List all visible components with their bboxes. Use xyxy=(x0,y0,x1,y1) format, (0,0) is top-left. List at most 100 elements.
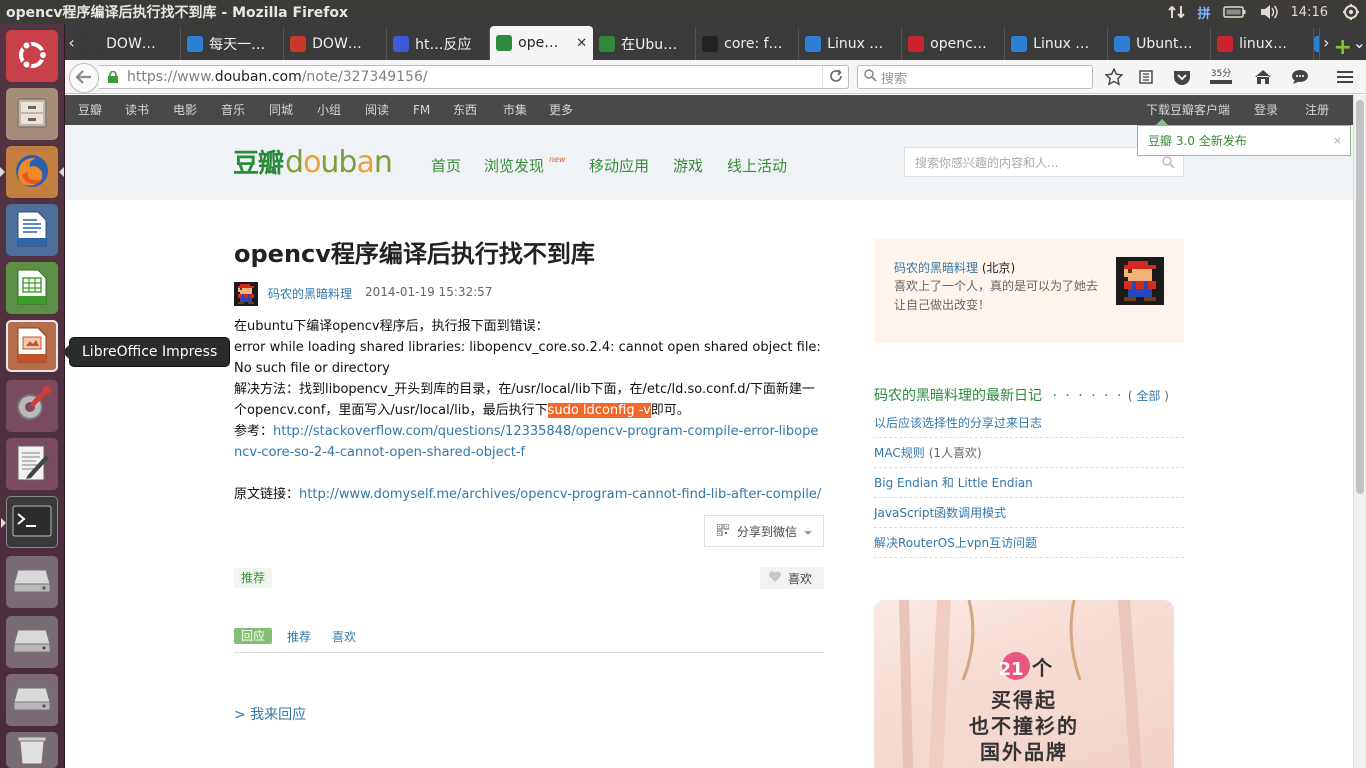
main-nav-mobile[interactable]: 移动应用 xyxy=(589,155,649,176)
page-scrollbar[interactable] xyxy=(1353,95,1366,768)
author-name-link[interactable]: 码农的黑暗料理 xyxy=(268,285,352,302)
latest-note-link[interactable]: 以后应该选择性的分享过来日志 xyxy=(874,416,1042,430)
new-tab-button[interactable]: + xyxy=(1333,35,1353,60)
global-nav-market[interactable]: 市集 xyxy=(503,95,527,125)
lock-icon[interactable] xyxy=(107,70,119,83)
network-updown-icon[interactable] xyxy=(1162,0,1192,24)
search-bar[interactable]: 搜索 xyxy=(857,65,1093,89)
chat-bubble-icon[interactable] xyxy=(1291,68,1309,86)
global-nav-music[interactable]: 音乐 xyxy=(221,95,245,125)
source-link[interactable]: http://www.domyself.me/archives/opencv-p… xyxy=(299,487,821,502)
launcher-drive-3[interactable] xyxy=(6,674,58,726)
main-nav-home[interactable]: 首页 xyxy=(431,155,461,176)
add-reply-link[interactable]: > 我来回应 xyxy=(234,704,306,724)
volume-icon[interactable] xyxy=(1253,0,1285,24)
tab-partial[interactable] xyxy=(1314,28,1320,60)
login-link[interactable]: 登录 xyxy=(1254,95,1278,125)
list-item[interactable]: 解决RouterOS上vpn互访问题 xyxy=(874,528,1184,558)
power-gear-icon[interactable] xyxy=(1336,0,1366,24)
launcher-terminal[interactable] xyxy=(1,496,58,548)
launcher-files[interactable] xyxy=(6,88,58,140)
input-method-indicator[interactable]: 拼 xyxy=(1192,0,1217,24)
tab-11[interactable]: linux… xyxy=(1211,28,1315,60)
main-nav-games[interactable]: 游戏 xyxy=(673,155,703,176)
list-item[interactable]: JavaScript函数调用模式 xyxy=(874,498,1184,528)
avatar[interactable] xyxy=(1116,257,1164,305)
reading-list-icon[interactable] xyxy=(1137,68,1155,86)
global-nav-douban[interactable]: 豆瓣 xyxy=(78,95,102,125)
tab-10[interactable]: Ubunt… xyxy=(1108,28,1212,60)
global-nav-things[interactable]: 东西 xyxy=(453,95,477,125)
battery-icon[interactable] xyxy=(1217,0,1253,24)
global-nav-location[interactable]: 同城 xyxy=(269,95,293,125)
recommend-tag[interactable]: 推荐 xyxy=(234,568,273,588)
latest-note-link[interactable]: Big Endian 和 Little Endian xyxy=(874,476,1033,490)
latest-note-link[interactable]: JavaScript函数调用模式 xyxy=(874,506,1006,520)
launcher-trash[interactable] xyxy=(6,732,58,768)
tab-list-button[interactable]: ⌄ xyxy=(1353,24,1366,60)
release-notice[interactable]: 豆瓣 3.0 全新发布 × xyxy=(1137,119,1351,156)
all-notes-link[interactable]: 全部 xyxy=(1136,389,1160,403)
clock[interactable]: 14:16 xyxy=(1285,0,1336,24)
register-link[interactable]: 注册 xyxy=(1305,95,1329,125)
main-nav-online[interactable]: 线上活动 xyxy=(727,155,787,176)
main-nav-explore[interactable]: 浏览发现 xyxy=(484,155,544,176)
close-icon[interactable]: ✕ xyxy=(576,36,587,51)
pocket-icon[interactable] xyxy=(1173,68,1191,86)
global-nav-more[interactable]: 更多 xyxy=(549,95,573,125)
tab-recommends[interactable]: 推荐 xyxy=(287,628,311,645)
launcher-system-settings[interactable] xyxy=(6,380,58,432)
tabs-scroll-left-button[interactable]: ‹ xyxy=(65,24,78,60)
tab-likes[interactable]: 喜欢 xyxy=(332,628,356,645)
global-nav-fm[interactable]: FM xyxy=(413,95,430,125)
close-icon[interactable]: × xyxy=(1333,134,1342,147)
launcher-firefox[interactable] xyxy=(0,146,64,198)
global-nav-movie[interactable]: 电影 xyxy=(173,95,197,125)
tab-6[interactable]: core: f… xyxy=(696,28,800,60)
author-avatar[interactable] xyxy=(234,282,258,306)
tab-2[interactable]: DOW… xyxy=(284,28,388,60)
tab-4[interactable]: ope… ✕ xyxy=(490,26,594,60)
global-nav-book[interactable]: 读书 xyxy=(125,95,149,125)
tab-8[interactable]: openc… xyxy=(902,28,1006,60)
tab-7[interactable]: Linux … xyxy=(799,28,903,60)
search-icon[interactable] xyxy=(1162,156,1175,172)
home-icon[interactable] xyxy=(1254,68,1272,86)
launcher-text-editor[interactable] xyxy=(6,438,58,490)
latest-note-link[interactable]: MAC规则 xyxy=(874,446,925,460)
douban-logo[interactable]: 豆瓣 douban xyxy=(233,143,393,180)
scrollbar-thumb[interactable] xyxy=(1356,100,1364,494)
tab-0[interactable]: DOW… xyxy=(78,28,182,60)
share-to-wechat-button[interactable]: 分享到微信 xyxy=(704,515,824,547)
launcher-libreoffice-calc[interactable] xyxy=(6,262,58,314)
reference-link[interactable]: http://stackoverflow.com/questions/12335… xyxy=(234,424,818,460)
like-button[interactable]: 喜欢 xyxy=(760,567,824,589)
ad-banner[interactable]: 21 个 买得起 也不撞衫的 国外品牌 xyxy=(874,600,1174,768)
latest-note-count: (1人喜欢) xyxy=(928,446,982,460)
reload-button[interactable] xyxy=(822,66,848,88)
hard-drive-icon xyxy=(12,684,52,717)
hamburger-menu-icon[interactable] xyxy=(1336,68,1354,86)
launcher-libreoffice-writer[interactable] xyxy=(6,204,58,256)
tab-1[interactable]: 每天一… xyxy=(181,28,285,60)
launcher-dash-button[interactable] xyxy=(6,30,58,82)
global-nav-read[interactable]: 阅读 xyxy=(365,95,389,125)
global-nav-group[interactable]: 小组 xyxy=(317,95,341,125)
tab-5[interactable]: 在Ubu… xyxy=(593,28,697,60)
url-bar[interactable]: https://www.douban.com/note/327349156/ xyxy=(99,65,849,89)
tab-replies[interactable]: 回应 xyxy=(234,628,273,644)
launcher-libreoffice-impress[interactable] xyxy=(6,320,58,372)
launcher-drive-1[interactable] xyxy=(6,556,58,608)
profile-name-link[interactable]: 码农的黑暗料理 xyxy=(894,261,978,275)
tabs-scroll-right-button[interactable]: › xyxy=(1320,24,1333,60)
list-item[interactable]: MAC规则 (1人喜欢) xyxy=(874,438,1184,468)
extension-badge[interactable]: 35分 xyxy=(1208,68,1234,86)
launcher-drive-2[interactable] xyxy=(6,616,58,668)
list-item[interactable]: 以后应该选择性的分享过来日志 xyxy=(874,408,1184,438)
tab-9[interactable]: Linux … xyxy=(1005,28,1109,60)
latest-note-link[interactable]: 解决RouterOS上vpn互访问题 xyxy=(874,536,1037,550)
bookmark-star-icon[interactable] xyxy=(1105,68,1123,86)
list-item[interactable]: Big Endian 和 Little Endian xyxy=(874,468,1184,498)
tab-3[interactable]: ht…反应 xyxy=(387,28,491,60)
back-button[interactable] xyxy=(69,63,99,93)
